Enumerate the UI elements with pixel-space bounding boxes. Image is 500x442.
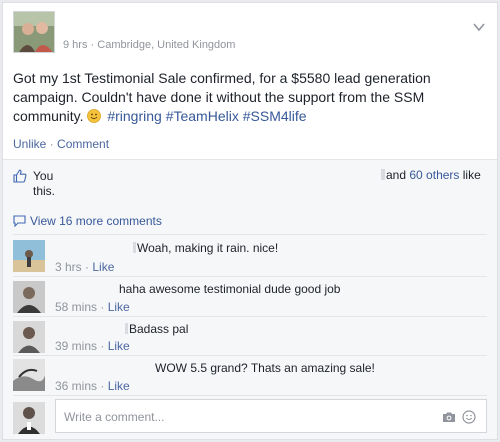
likes-like-suffix: like	[462, 168, 481, 182]
divider	[13, 234, 487, 235]
hashtag-ssm4life[interactable]: #SSM4life	[243, 108, 307, 124]
post-time[interactable]: 9 hrs	[63, 39, 87, 51]
comment-input[interactable]: Write a comment...	[55, 399, 487, 433]
comment-meta: 39 mins · Like	[55, 339, 130, 353]
hashtag-teamhelix[interactable]: #TeamHelix	[166, 108, 239, 124]
comment-link[interactable]: Comment	[57, 137, 109, 151]
commenter-avatar[interactable]	[13, 321, 45, 353]
action-separator: ·	[49, 137, 58, 151]
post-body: Got my 1st Testimonial Sale confirmed, f…	[13, 69, 483, 126]
post-actions: Unlike · Comment	[13, 137, 109, 151]
view-more-comments[interactable]: View 16 more comments	[13, 214, 162, 228]
comment-like-link[interactable]: Like	[92, 260, 114, 274]
commenter-avatar[interactable]	[13, 281, 45, 313]
current-user-avatar[interactable]	[13, 402, 45, 434]
likes-others-link[interactable]: 60 others	[409, 168, 459, 182]
comment-text: Woah, making it rain. nice!	[137, 241, 279, 255]
likes-summary: You this. and 60 others like	[3, 159, 497, 207]
hashtag-ringring[interactable]: #ringring	[107, 108, 161, 124]
comment-like-link[interactable]: Like	[108, 339, 130, 353]
comment-text: WOW 5.5 grand? Thats an amazing sale!	[155, 361, 375, 375]
thumbs-up-icon	[13, 169, 27, 183]
comment-meta: 3 hrs · Like	[55, 260, 114, 274]
likes-you: You	[33, 169, 54, 183]
divider	[13, 355, 487, 356]
comment-text-wrap: WOW 5.5 grand? Thats an amazing sale!	[155, 361, 375, 375]
camera-icon[interactable]	[442, 411, 456, 423]
meta-separator: ·	[100, 339, 108, 353]
divider	[13, 276, 487, 277]
comment-input-placeholder: Write a comment...	[64, 410, 165, 424]
divider	[13, 395, 487, 396]
comment-text: Badass pal	[129, 322, 189, 336]
post-card: 9 hrs · Cambridge, United Kingdom Got my…	[2, 2, 498, 440]
divider	[13, 316, 487, 317]
comment-text-wrap: haha awesome testimonial dude good job	[119, 282, 340, 296]
post-meta: 9 hrs · Cambridge, United Kingdom	[63, 39, 235, 51]
meta-separator: ·	[100, 379, 108, 393]
meta-separator: ·	[100, 300, 108, 314]
unlike-link[interactable]: Unlike	[13, 137, 46, 151]
emoji-icon[interactable]	[462, 410, 476, 424]
chevron-down-icon[interactable]	[473, 21, 485, 33]
comment-like-link[interactable]: Like	[108, 379, 130, 393]
comment-text-wrap: Woah, making it rain. nice!	[133, 241, 278, 255]
view-more-label: View 16 more comments	[30, 214, 162, 228]
likes-continuation: this.	[33, 184, 56, 198]
commenter-avatar[interactable]	[13, 359, 45, 391]
redacted-mark	[133, 242, 136, 253]
comment-text-wrap: Badass pal	[125, 322, 188, 336]
comment-time[interactable]: 3 hrs	[55, 260, 82, 274]
likes-others: and 60 others like	[381, 168, 481, 182]
smile-emoji-icon	[87, 109, 102, 123]
comment-bubble-icon	[13, 215, 26, 227]
comment-time[interactable]: 58 mins	[55, 300, 97, 314]
comment-time[interactable]: 36 mins	[55, 379, 97, 393]
post-author-avatar[interactable]	[13, 11, 55, 53]
comment-time[interactable]: 39 mins	[55, 339, 97, 353]
post-location[interactable]: Cambridge, United Kingdom	[97, 39, 235, 51]
redacted-mark	[125, 323, 128, 334]
commenter-avatar[interactable]	[13, 240, 45, 272]
comment-meta: 36 mins · Like	[55, 379, 130, 393]
likes-and: and	[386, 168, 407, 182]
comment-meta: 58 mins · Like	[55, 300, 130, 314]
redacted-mark	[381, 169, 385, 180]
comment-like-link[interactable]: Like	[108, 300, 130, 314]
comment-text: haha awesome testimonial dude good job	[119, 282, 341, 296]
